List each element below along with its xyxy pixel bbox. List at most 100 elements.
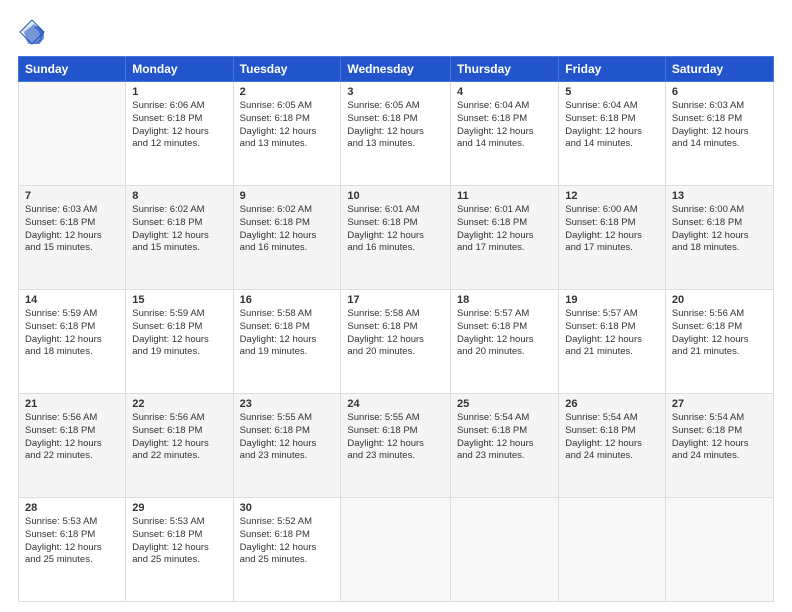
- date-number: 11: [457, 190, 552, 202]
- day-header-sunday: Sunday: [19, 57, 126, 82]
- calendar-table: SundayMondayTuesdayWednesdayThursdayFrid…: [18, 56, 774, 602]
- date-number: 14: [25, 294, 119, 306]
- date-cell: 11Sunrise: 6:01 AM Sunset: 6:18 PM Dayli…: [450, 186, 558, 290]
- date-cell: [559, 498, 666, 602]
- date-cell: 24 Sunrise: 5:55 AM Sunset: 6:18 PM Dayli…: [341, 394, 451, 498]
- cell-info: Sunrise: 5:59 AM Sunset: 6:18 PM Dayligh…: [132, 308, 226, 359]
- date-cell: 17Sunrise: 5:58 AM Sunset: 6:18 PM Dayli…: [341, 290, 451, 394]
- date-cell: 4Sunrise: 6:04 AM Sunset: 6:18 PM Daylig…: [450, 82, 558, 186]
- date-cell: 19Sunrise: 5:57 AM Sunset: 6:18 PM Dayli…: [559, 290, 666, 394]
- week-row-1: 1 Sunrise: 6:06 AM Sunset: 6:18 PM Daylig…: [19, 82, 774, 186]
- cell-info: Sunrise: 5:53 AM Sunset: 6:18 PM Dayligh…: [132, 516, 226, 567]
- date-cell: 9Sunrise: 6:02 AM Sunset: 6:18 PM Daylig…: [233, 186, 341, 290]
- cell-info: Sunrise: 5:52 AM Sunset: 6:18 PM Dayligh…: [240, 516, 335, 567]
- date-number: 16: [240, 294, 335, 306]
- date-cell: 14 Sunrise: 5:59 AM Sunset: 6:18 PM Dayli…: [19, 290, 126, 394]
- cell-info: Sunrise: 5:55 AM Sunset: 6:18 PM Dayligh…: [347, 412, 444, 463]
- day-header-tuesday: Tuesday: [233, 57, 341, 82]
- cell-info: Sunrise: 6:01 AM Sunset: 6:18 PM Dayligh…: [347, 204, 444, 255]
- date-number: 22: [132, 398, 226, 410]
- date-number: 10: [347, 190, 444, 202]
- date-cell: 27 Sunrise: 5:54 AM Sunset: 6:18 PM Dayli…: [665, 394, 773, 498]
- date-number: 26: [565, 398, 659, 410]
- date-number: 15: [132, 294, 226, 306]
- date-cell: 29 Sunrise: 5:53 AM Sunset: 6:18 PM Dayli…: [126, 498, 233, 602]
- day-header-saturday: Saturday: [665, 57, 773, 82]
- date-cell: 25 Sunrise: 5:54 AM Sunset: 6:18 PM Dayli…: [450, 394, 558, 498]
- week-row-5: 28 Sunrise: 5:53 AM Sunset: 6:18 PM Dayli…: [19, 498, 774, 602]
- cell-info: Sunrise: 5:53 AM Sunset: 6:18 PM Dayligh…: [25, 516, 119, 567]
- day-header-wednesday: Wednesday: [341, 57, 451, 82]
- cell-info: Sunrise: 5:57 AM Sunset: 6:18 PM Dayligh…: [457, 308, 552, 359]
- cell-info: Sunrise: 5:54 AM Sunset: 6:18 PM Dayligh…: [565, 412, 659, 463]
- day-header-monday: Monday: [126, 57, 233, 82]
- cell-info: Sunrise: 6:00 AM Sunset: 6:18 PM Dayligh…: [565, 204, 659, 255]
- cell-info: Sunrise: 5:59 AM Sunset: 6:18 PM Dayligh…: [25, 308, 119, 359]
- cell-info: Sunrise: 5:54 AM Sunset: 6:18 PM Dayligh…: [672, 412, 767, 463]
- date-number: 20: [672, 294, 767, 306]
- date-number: 18: [457, 294, 552, 306]
- date-number: 28: [25, 502, 119, 514]
- date-number: 8: [132, 190, 226, 202]
- date-number: 23: [240, 398, 335, 410]
- date-cell: 10 Sunrise: 6:01 AM Sunset: 6:18 PM Dayli…: [341, 186, 451, 290]
- cell-info: Sunrise: 5:56 AM Sunset: 6:18 PM Dayligh…: [25, 412, 119, 463]
- cell-info: Sunrise: 6:03 AM Sunset: 6:18 PM Dayligh…: [25, 204, 119, 255]
- date-number: 27: [672, 398, 767, 410]
- cell-info: Sunrise: 6:02 AM Sunset: 6:18 PM Dayligh…: [132, 204, 226, 255]
- date-cell: 16 Sunrise: 5:58 AM Sunset: 6:18 PM Dayli…: [233, 290, 341, 394]
- day-header-thursday: Thursday: [450, 57, 558, 82]
- date-number: 17: [347, 294, 444, 306]
- cell-info: Sunrise: 6:03 AM Sunset: 6:18 PM Dayligh…: [672, 100, 767, 151]
- cell-info: Sunrise: 5:56 AM Sunset: 6:18 PM Dayligh…: [132, 412, 226, 463]
- date-cell: 28 Sunrise: 5:53 AM Sunset: 6:18 PM Dayli…: [19, 498, 126, 602]
- date-cell: 13 Sunrise: 6:00 AM Sunset: 6:18 PM Dayli…: [665, 186, 773, 290]
- cell-info: Sunrise: 6:04 AM Sunset: 6:18 PM Dayligh…: [565, 100, 659, 151]
- cell-info: Sunrise: 6:00 AM Sunset: 6:18 PM Dayligh…: [672, 204, 767, 255]
- date-number: 5: [565, 86, 659, 98]
- week-row-3: 14 Sunrise: 5:59 AM Sunset: 6:18 PM Dayli…: [19, 290, 774, 394]
- week-row-2: 7 Sunrise: 6:03 AM Sunset: 6:18 PM Daylig…: [19, 186, 774, 290]
- date-cell: 8 Sunrise: 6:02 AM Sunset: 6:18 PM Daylig…: [126, 186, 233, 290]
- date-cell: 15 Sunrise: 5:59 AM Sunset: 6:18 PM Dayli…: [126, 290, 233, 394]
- date-cell: 1 Sunrise: 6:06 AM Sunset: 6:18 PM Daylig…: [126, 82, 233, 186]
- page: SundayMondayTuesdayWednesdayThursdayFrid…: [0, 0, 792, 612]
- date-cell: 7 Sunrise: 6:03 AM Sunset: 6:18 PM Daylig…: [19, 186, 126, 290]
- cell-info: Sunrise: 6:05 AM Sunset: 6:18 PM Dayligh…: [240, 100, 335, 151]
- date-number: 30: [240, 502, 335, 514]
- date-cell: 12Sunrise: 6:00 AM Sunset: 6:18 PM Dayli…: [559, 186, 666, 290]
- date-number: 29: [132, 502, 226, 514]
- date-number: 2: [240, 86, 335, 98]
- date-cell: 6Sunrise: 6:03 AM Sunset: 6:18 PM Daylig…: [665, 82, 773, 186]
- cell-info: Sunrise: 6:02 AM Sunset: 6:18 PM Dayligh…: [240, 204, 335, 255]
- date-cell: [19, 82, 126, 186]
- date-cell: 23 Sunrise: 5:55 AM Sunset: 6:18 PM Dayli…: [233, 394, 341, 498]
- date-number: 1: [132, 86, 226, 98]
- date-cell: 18 Sunrise: 5:57 AM Sunset: 6:18 PM Dayli…: [450, 290, 558, 394]
- cell-info: Sunrise: 5:55 AM Sunset: 6:18 PM Dayligh…: [240, 412, 335, 463]
- logo: [18, 18, 50, 46]
- cell-info: Sunrise: 5:57 AM Sunset: 6:18 PM Dayligh…: [565, 308, 659, 359]
- day-header-friday: Friday: [559, 57, 666, 82]
- date-cell: 21 Sunrise: 5:56 AM Sunset: 6:18 PM Dayli…: [19, 394, 126, 498]
- date-number: 13: [672, 190, 767, 202]
- cell-info: Sunrise: 6:06 AM Sunset: 6:18 PM Dayligh…: [132, 100, 226, 151]
- day-header-row: SundayMondayTuesdayWednesdayThursdayFrid…: [19, 57, 774, 82]
- date-cell: [341, 498, 451, 602]
- date-cell: [665, 498, 773, 602]
- cell-info: Sunrise: 5:58 AM Sunset: 6:18 PM Dayligh…: [240, 308, 335, 359]
- date-number: 3: [347, 86, 444, 98]
- header: [18, 18, 774, 46]
- cell-info: Sunrise: 5:54 AM Sunset: 6:18 PM Dayligh…: [457, 412, 552, 463]
- date-number: 21: [25, 398, 119, 410]
- date-cell: 2 Sunrise: 6:05 AM Sunset: 6:18 PM Daylig…: [233, 82, 341, 186]
- date-cell: 30 Sunrise: 5:52 AM Sunset: 6:18 PM Dayli…: [233, 498, 341, 602]
- date-number: 7: [25, 190, 119, 202]
- date-number: 25: [457, 398, 552, 410]
- cell-info: Sunrise: 5:56 AM Sunset: 6:18 PM Dayligh…: [672, 308, 767, 359]
- date-cell: 3Sunrise: 6:05 AM Sunset: 6:18 PM Daylig…: [341, 82, 451, 186]
- date-cell: 22 Sunrise: 5:56 AM Sunset: 6:18 PM Dayli…: [126, 394, 233, 498]
- date-number: 24: [347, 398, 444, 410]
- date-cell: [450, 498, 558, 602]
- logo-icon: [18, 18, 46, 46]
